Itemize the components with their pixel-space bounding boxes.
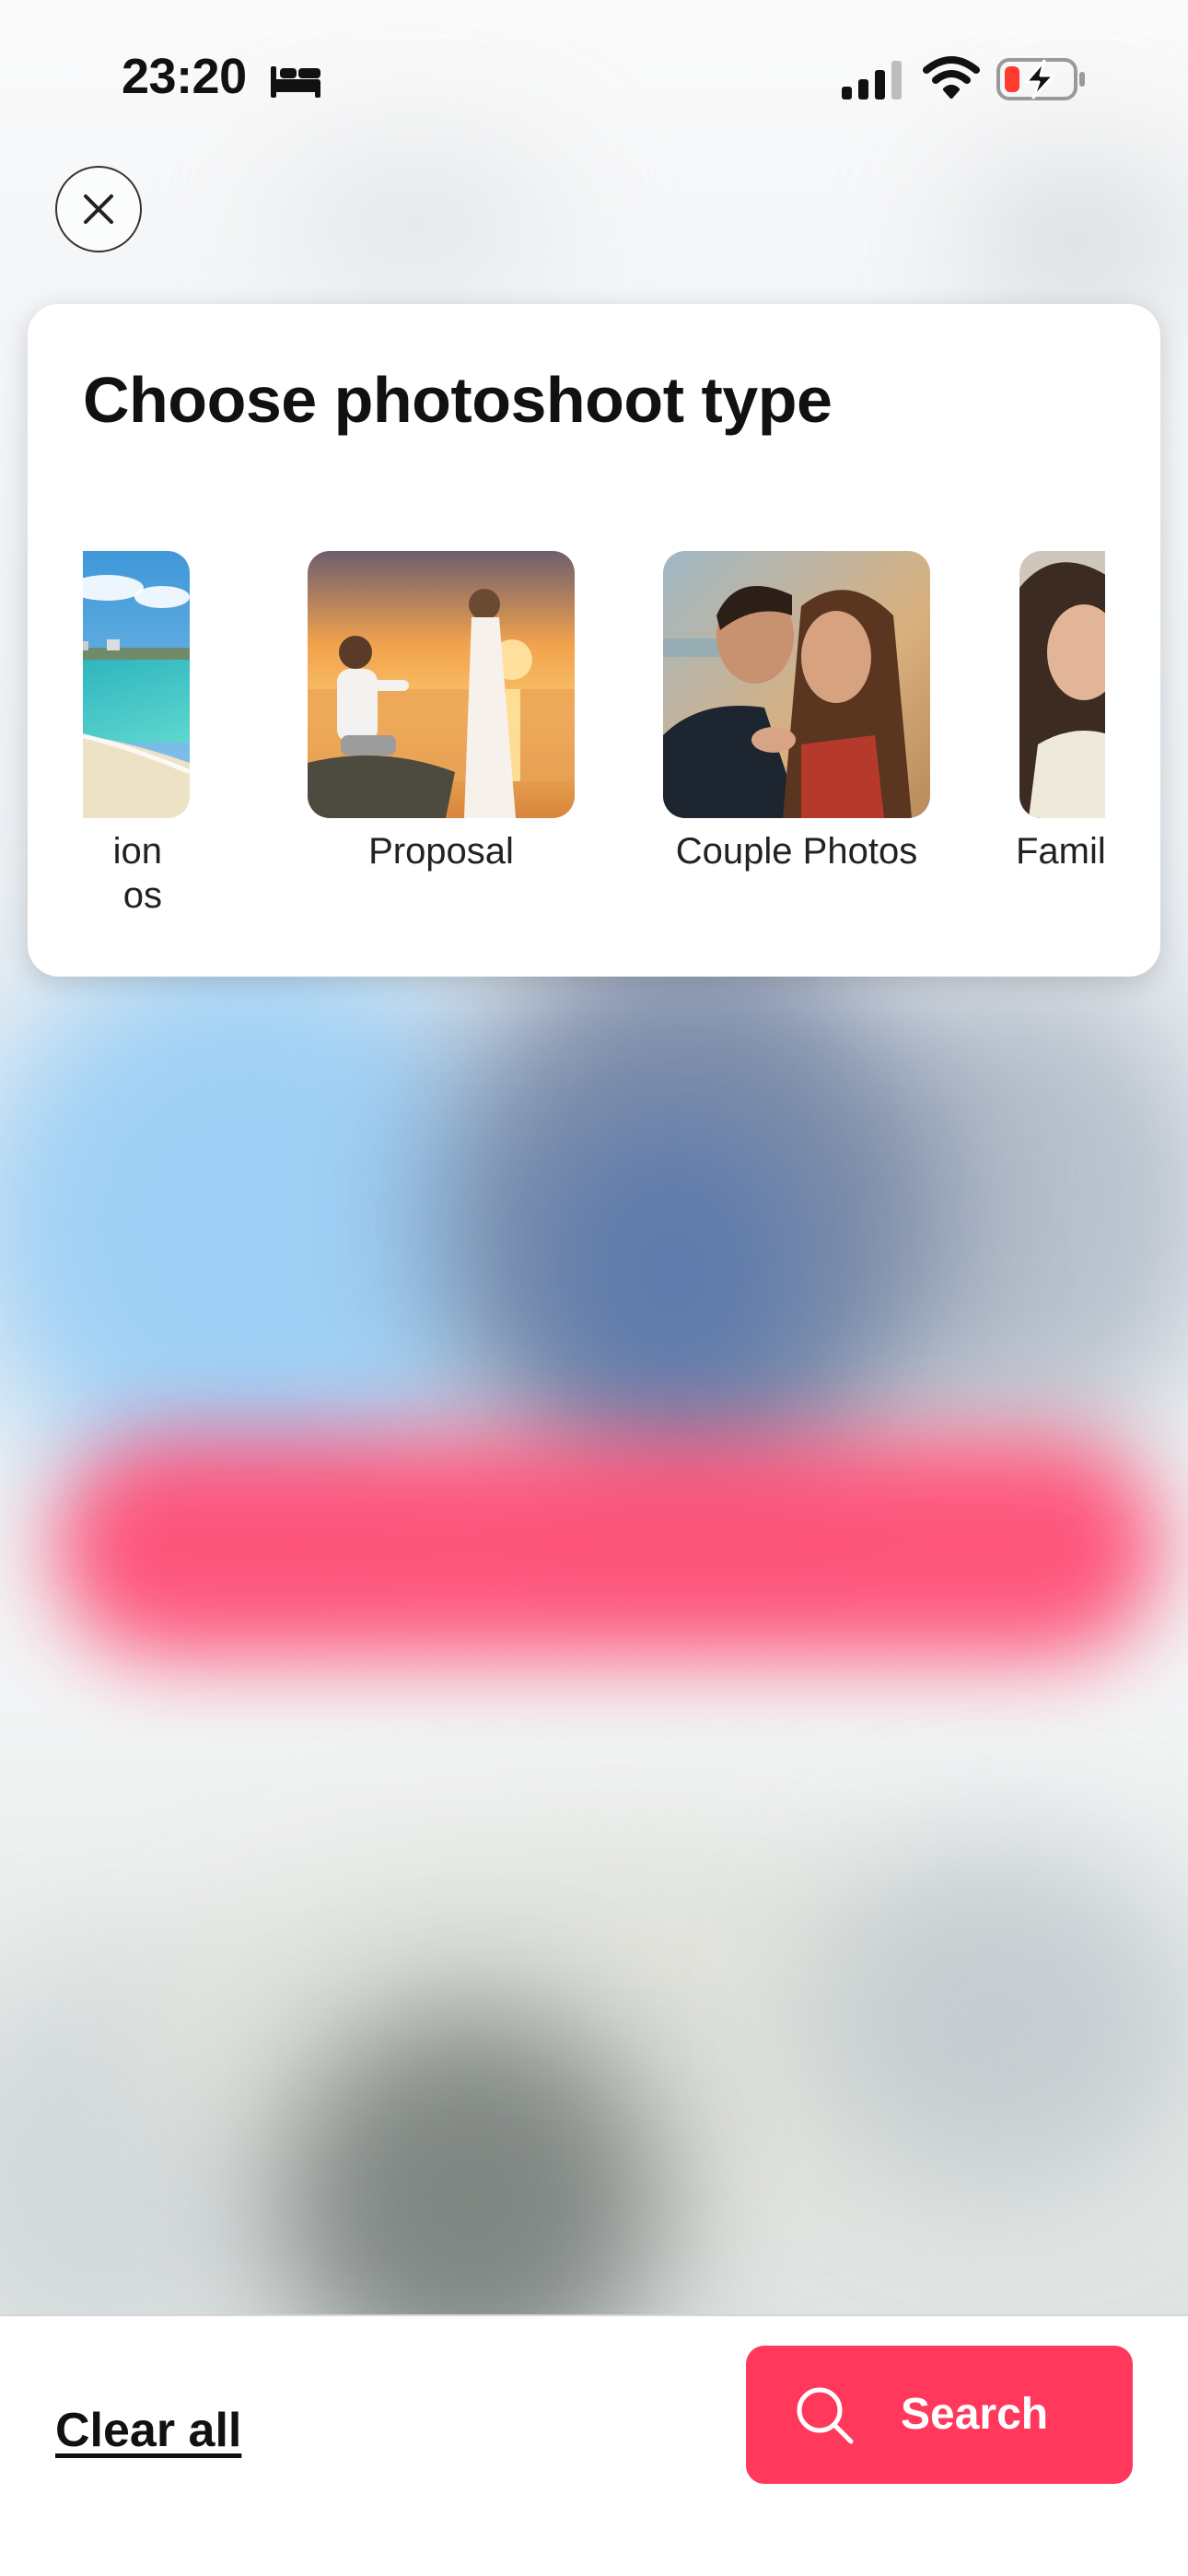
proposal-photo bbox=[308, 551, 575, 818]
beach-photo bbox=[83, 551, 190, 818]
battery-charging-icon bbox=[996, 58, 1085, 100]
bottom-action-bar: Clear all Search bbox=[0, 2314, 1188, 2576]
close-icon bbox=[84, 194, 113, 224]
photoshoot-type-label: ion os bbox=[112, 831, 162, 916]
search-button-label: Search bbox=[901, 2390, 1049, 2439]
photoshoot-type-label: Proposal bbox=[368, 831, 514, 872]
search-icon bbox=[797, 2387, 854, 2444]
signal-icon bbox=[842, 61, 902, 100]
photoshoot-type-card[interactable]: Family bbox=[1016, 551, 1105, 919]
photoshoot-type-card[interactable]: ion os bbox=[83, 551, 190, 919]
status-bar: 23:20 bbox=[0, 0, 1188, 157]
photoshoot-type-label: Family bbox=[1016, 831, 1105, 872]
close-button[interactable] bbox=[55, 166, 142, 252]
family-photo bbox=[1019, 551, 1105, 818]
photoshoot-type-label: Couple Photos bbox=[675, 831, 918, 872]
panel-title: Choose photoshoot type bbox=[83, 364, 833, 436]
photoshoot-type-carousel[interactable]: ion os Proposal Couple Photos Famil bbox=[83, 551, 1105, 938]
search-button[interactable]: Search bbox=[746, 2346, 1133, 2484]
photoshoot-type-card[interactable]: Couple Photos bbox=[663, 551, 930, 919]
photoshoot-type-panel: Choose photoshoot type ion os Proposal C… bbox=[28, 304, 1160, 977]
status-time: 23:20 bbox=[122, 49, 247, 104]
bed-icon bbox=[271, 66, 320, 98]
photoshoot-type-card[interactable]: Proposal bbox=[308, 551, 575, 919]
wifi-icon bbox=[923, 56, 980, 99]
clear-all-link[interactable]: Clear all bbox=[55, 2403, 241, 2458]
couple-photo bbox=[663, 551, 930, 818]
